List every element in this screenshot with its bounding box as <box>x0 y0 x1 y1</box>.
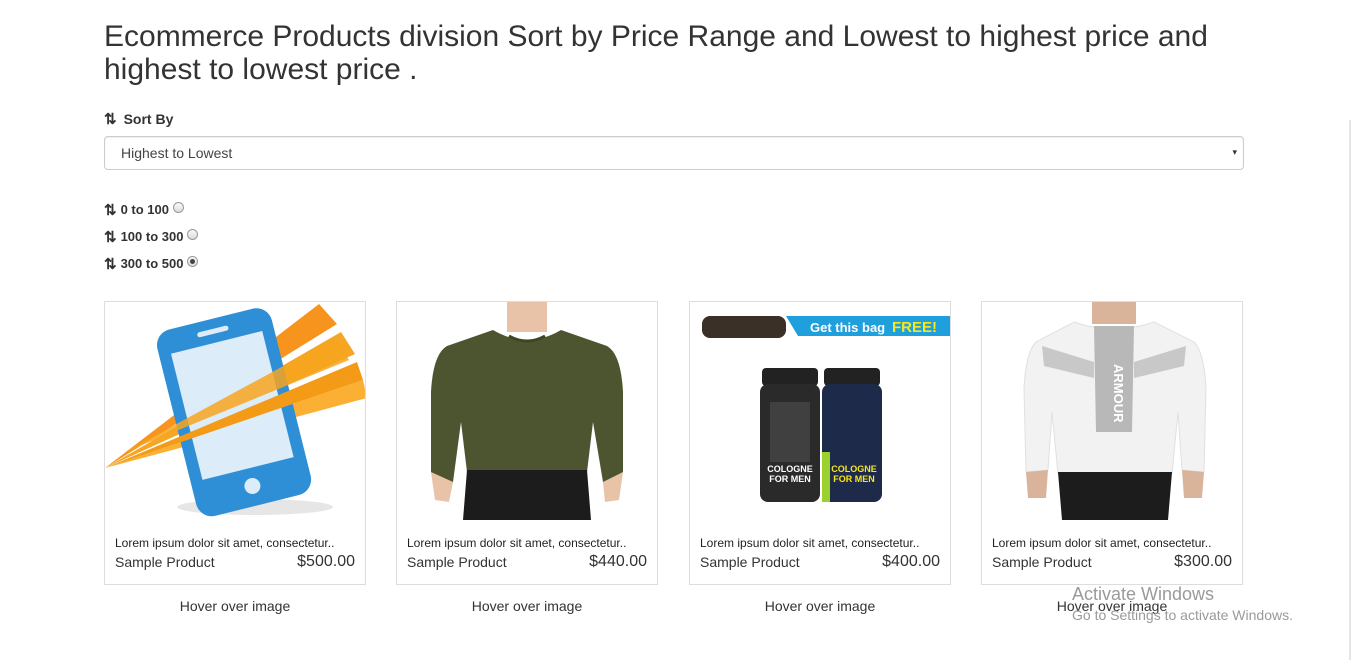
product-price: $500.00 <box>297 553 355 570</box>
product-description: Lorem ipsum dolor sit amet, consectetur.… <box>700 536 920 550</box>
product-card[interactable]: Get this bag FREE! COLOGNE FOR MEN COLOG… <box>689 301 951 585</box>
sort-arrows-icon: ⇅ <box>104 228 116 246</box>
price-range-radio[interactable] <box>173 202 184 213</box>
product-description: Lorem ipsum dolor sit amet, consectetur.… <box>115 536 335 550</box>
cologne-label-2a: COLOGNE <box>831 464 877 474</box>
watermark-line-1: Activate Windows <box>1072 584 1215 604</box>
banner-text: Get this bag <box>810 320 885 335</box>
price-range-radio[interactable] <box>187 229 199 240</box>
product-name: Sample Product <box>115 554 215 570</box>
price-range-label: 100 to 300 <box>120 229 184 244</box>
product-description: Lorem ipsum dolor sit amet, consectetur.… <box>992 536 1212 550</box>
product-card[interactable]: Lorem ipsum dolor sit amet, consectetur.… <box>104 301 366 585</box>
product-name: Sample Product <box>992 554 1092 570</box>
price-range-300-500[interactable]: ⇅ 300 to 500 <box>104 250 199 277</box>
product-card[interactable]: ARMOUR Lorem ipsum dolor sit amet, conse… <box>981 301 1243 585</box>
product-name: Sample Product <box>407 554 507 570</box>
sort-arrows-icon: ⇅ <box>104 201 116 219</box>
hover-caption: Hover over image <box>179 598 291 614</box>
price-range-radio[interactable] <box>187 256 199 267</box>
product-description: Lorem ipsum dolor sit amet, consectetur.… <box>407 536 627 550</box>
product-price: $300.00 <box>1174 553 1232 570</box>
sort-arrows-icon: ⇅ <box>104 110 116 128</box>
cologne-label-2b: FOR MEN <box>833 474 875 484</box>
shirt-print-text: ARMOUR <box>1111 364 1126 423</box>
cologne-label-1a: COLOGNE <box>767 464 813 474</box>
watermark-line-2: Go to Settings to activate Windows. <box>1072 607 1293 623</box>
white-tshirt-image[interactable]: ARMOUR <box>982 302 1242 520</box>
banner-bold-text: FREE! <box>892 319 937 336</box>
chevron-down-icon: ▾ <box>1232 147 1237 157</box>
product-price: $440.00 <box>589 553 647 570</box>
page-title: Ecommerce Products division Sort by Pric… <box>104 20 1208 86</box>
product-card[interactable]: Lorem ipsum dolor sit amet, consectetur.… <box>396 301 658 585</box>
sort-arrows-icon: ⇅ <box>104 255 116 273</box>
price-range-group: ⇅ 0 to 100 ⇅ 100 to 300 ⇅ 300 to 500 <box>104 196 199 277</box>
hover-caption: Hover over image <box>471 598 583 614</box>
sort-by-label: ⇅ Sort By <box>104 111 173 127</box>
product-price: $400.00 <box>882 553 940 570</box>
windows-activation-watermark: Activate Windows Go to Settings to activ… <box>1072 584 1293 623</box>
product-name: Sample Product <box>700 554 800 570</box>
price-range-100-300[interactable]: ⇅ 100 to 300 <box>104 223 199 250</box>
price-range-label: 0 to 100 <box>120 202 169 217</box>
hover-caption: Hover over image <box>764 598 876 614</box>
sort-select-value: Highest to Lowest <box>121 145 233 161</box>
sort-select[interactable]: Highest to Lowest ▾ <box>104 136 1244 170</box>
cologne-bottles-image[interactable]: Get this bag FREE! COLOGNE FOR MEN COLOG… <box>690 302 950 520</box>
price-range-0-100[interactable]: ⇅ 0 to 100 <box>104 196 198 223</box>
price-range-label: 300 to 500 <box>120 256 184 271</box>
green-tshirt-image[interactable] <box>397 302 657 520</box>
smartphone-logo-image[interactable] <box>105 302 365 520</box>
sort-by-text: Sort By <box>123 111 174 127</box>
cologne-label-1b: FOR MEN <box>769 474 811 484</box>
